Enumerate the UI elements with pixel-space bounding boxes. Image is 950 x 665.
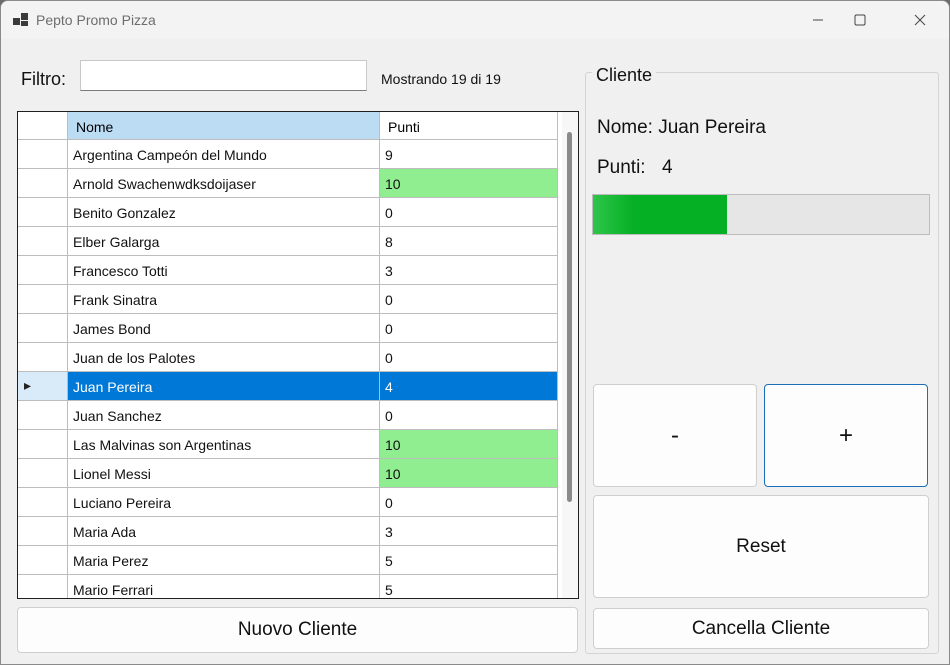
row-header[interactable] [18, 459, 68, 488]
delete-client-button[interactable]: Cancella Cliente [593, 608, 929, 649]
row-header[interactable] [18, 517, 68, 546]
filter-input[interactable] [80, 60, 367, 91]
table-row[interactable]: Maria Ada 3 [18, 517, 558, 546]
table-row[interactable]: Las Malvinas son Argentinas 10 [18, 430, 558, 459]
title-bar[interactable]: Pepto Promo Pizza [1, 1, 949, 39]
app-icon [13, 13, 28, 26]
row-header[interactable]: ▸ [18, 372, 68, 401]
cell-name[interactable]: Lionel Messi [68, 459, 380, 488]
cell-points[interactable]: 10 [380, 459, 558, 488]
cell-points[interactable]: 10 [380, 430, 558, 459]
row-header[interactable] [18, 314, 68, 343]
row-header[interactable] [18, 285, 68, 314]
cell-points[interactable]: 5 [380, 546, 558, 575]
table-row[interactable]: Argentina Campeón del Mundo 9 [18, 140, 558, 169]
filter-label: Filtro: [21, 69, 66, 89]
cell-name[interactable]: James Bond [68, 314, 380, 343]
cell-points[interactable]: 3 [380, 256, 558, 285]
cell-points[interactable]: 0 [380, 343, 558, 372]
grid-scrollbar[interactable] [562, 112, 578, 598]
cell-name[interactable]: Juan Pereira [68, 372, 380, 401]
table-row[interactable]: Lionel Messi 10 [18, 459, 558, 488]
table-row[interactable]: Elber Galarga 8 [18, 227, 558, 256]
row-header[interactable] [18, 169, 68, 198]
client-points-value: 4 [662, 157, 673, 178]
clients-grid[interactable]: Nome Punti Argentina Campeón del Mundo 9 A… [17, 111, 579, 599]
table-row[interactable]: Maria Perez 5 [18, 546, 558, 575]
cell-points[interactable]: 10 [380, 169, 558, 198]
cell-name[interactable]: Argentina Campeón del Mundo [68, 140, 380, 169]
table-row[interactable]: Luciano Pereira 0 [18, 488, 558, 517]
row-header[interactable] [18, 198, 68, 227]
cell-name[interactable]: Arnold Swachenwdksdoijaser [68, 169, 380, 198]
row-header[interactable] [18, 343, 68, 372]
client-group-label: Cliente [592, 65, 657, 86]
scrollbar-thumb[interactable] [567, 132, 572, 502]
app-window: Pepto Promo Pizza Filtro: Mostrando 19 d… [0, 0, 950, 665]
table-row[interactable]: Juan de los Palotes 0 [18, 343, 558, 372]
table-row[interactable]: Juan Sanchez 0 [18, 401, 558, 430]
close-icon [914, 14, 926, 26]
close-button[interactable] [897, 1, 943, 39]
cell-name[interactable]: Mario Ferrari [68, 575, 380, 598]
cell-name[interactable]: Maria Ada [68, 517, 380, 546]
row-header[interactable] [18, 256, 68, 285]
cell-points[interactable]: 0 [380, 285, 558, 314]
table-row[interactable]: James Bond 0 [18, 314, 558, 343]
increment-button[interactable]: + [764, 384, 928, 487]
cell-name[interactable]: Las Malvinas son Argentinas [68, 430, 380, 459]
cell-name[interactable]: Luciano Pereira [68, 488, 380, 517]
minimize-icon [813, 19, 823, 21]
table-row[interactable]: Benito Gonzalez 0 [18, 198, 558, 227]
row-header[interactable] [18, 430, 68, 459]
minimize-button[interactable] [795, 1, 841, 39]
decrement-button[interactable]: - [593, 384, 757, 487]
table-row[interactable]: Arnold Swachenwdksdoijaser 10 [18, 169, 558, 198]
cell-name[interactable]: Juan Sanchez [68, 401, 380, 430]
new-client-button[interactable]: Nuovo Cliente [17, 607, 578, 653]
column-header-name[interactable]: Nome [68, 112, 380, 140]
table-row[interactable]: Mario Ferrari 5 [18, 575, 558, 598]
row-header[interactable] [18, 140, 68, 169]
reset-button[interactable]: Reset [593, 495, 929, 598]
filter-status: Mostrando 19 di 19 [381, 71, 501, 87]
cell-points[interactable]: 0 [380, 314, 558, 343]
cell-points[interactable]: 0 [380, 488, 558, 517]
table-row[interactable]: Francesco Totti 3 [18, 256, 558, 285]
cell-points[interactable]: 5 [380, 575, 558, 598]
maximize-button[interactable] [837, 1, 883, 39]
cell-points[interactable]: 0 [380, 401, 558, 430]
client-name-label: Nome: Juan Pereira [597, 117, 766, 138]
cell-name[interactable]: Juan de los Palotes [68, 343, 380, 372]
cell-points[interactable]: 3 [380, 517, 558, 546]
cell-name[interactable]: Elber Galarga [68, 227, 380, 256]
table-row[interactable]: ▸ Juan Pereira 4 [18, 372, 558, 401]
row-header[interactable] [18, 488, 68, 517]
table-row[interactable]: Frank Sinatra 0 [18, 285, 558, 314]
row-header[interactable] [18, 227, 68, 256]
cell-name[interactable]: Benito Gonzalez [68, 198, 380, 227]
progress-fill [593, 195, 727, 234]
current-row-icon: ▸ [24, 377, 32, 393]
cell-name[interactable]: Francesco Totti [68, 256, 380, 285]
row-header-corner [18, 112, 68, 140]
cell-name[interactable]: Maria Perez [68, 546, 380, 575]
cell-name[interactable]: Frank Sinatra [68, 285, 380, 314]
row-header[interactable] [18, 575, 68, 598]
maximize-icon [854, 14, 866, 26]
row-header[interactable] [18, 401, 68, 430]
column-header-points[interactable]: Punti [380, 112, 558, 140]
client-points-label: Punti: [597, 157, 646, 178]
cell-points[interactable]: 0 [380, 198, 558, 227]
cell-points[interactable]: 9 [380, 140, 558, 169]
window-title: Pepto Promo Pizza [36, 12, 156, 28]
points-progress-bar [592, 194, 930, 235]
cell-points[interactable]: 8 [380, 227, 558, 256]
cell-points[interactable]: 4 [380, 372, 558, 401]
row-header[interactable] [18, 546, 68, 575]
